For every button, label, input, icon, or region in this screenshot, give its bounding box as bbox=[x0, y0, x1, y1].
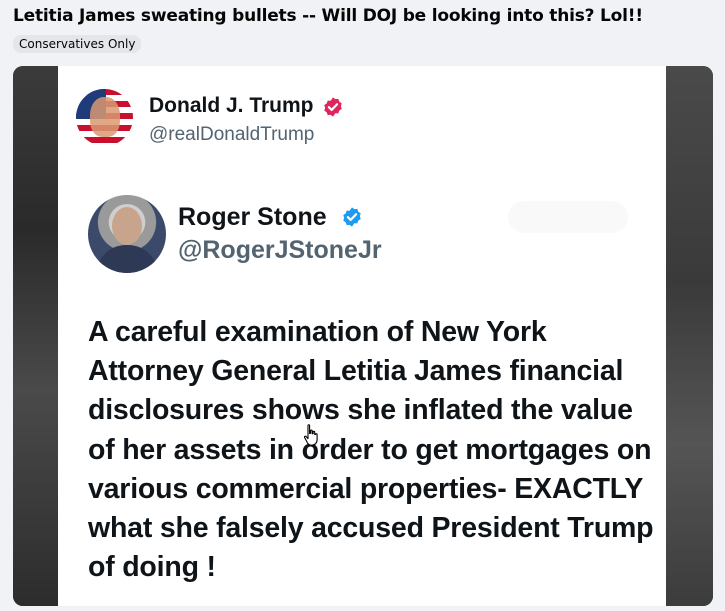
stone-avatar bbox=[88, 195, 166, 273]
post-title: Letitia James sweating bullets -- Will D… bbox=[13, 6, 643, 26]
inner-tweet-text: A careful examination of New York Attorn… bbox=[88, 316, 654, 584]
avatar-head bbox=[112, 207, 142, 245]
trump-avatar bbox=[76, 89, 133, 146]
group-tag-badge[interactable]: Conservatives Only bbox=[13, 35, 142, 53]
outer-tweet-handle: @realDonaldTrump bbox=[149, 124, 315, 145]
avatar-suit bbox=[96, 245, 158, 273]
image-blur-right bbox=[666, 66, 713, 606]
verified-badge-icon bbox=[324, 97, 342, 117]
verified-badge-icon bbox=[343, 207, 361, 227]
outer-tweet-author-name: Donald J. Trump bbox=[149, 94, 314, 117]
image-blur-left bbox=[13, 66, 58, 606]
hand-pointer-icon bbox=[303, 424, 318, 446]
avatar-face bbox=[90, 97, 120, 137]
inner-tweet-handle: @RogerJStoneJr bbox=[178, 236, 382, 264]
tweet-screenshot: Donald J. Trump @realDonaldTrump Roger S… bbox=[58, 66, 666, 606]
post-image[interactable]: Donald J. Trump @realDonaldTrump Roger S… bbox=[13, 66, 713, 606]
inner-tweet-author-name: Roger Stone bbox=[178, 203, 327, 231]
faded-follow-button bbox=[508, 201, 628, 233]
